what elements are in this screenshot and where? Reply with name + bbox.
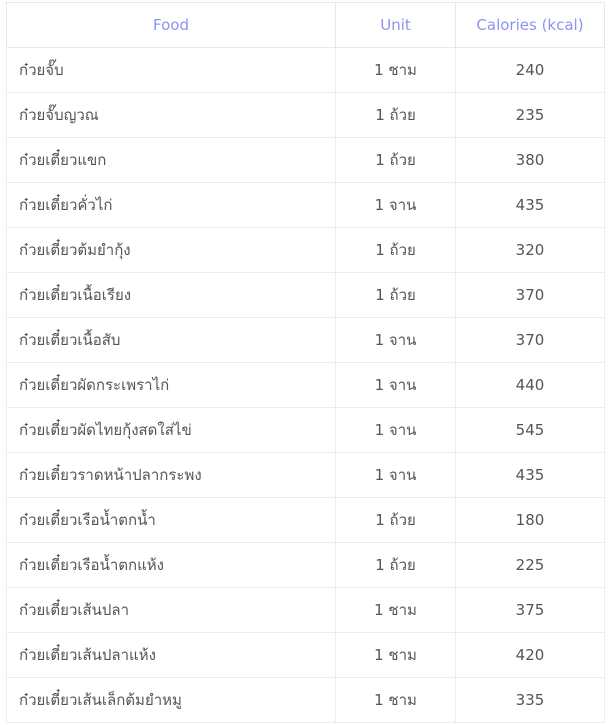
cell-calories: 370 [455,272,605,318]
cell-unit: 1 ถ้วย [335,227,456,273]
cell-unit: 1 จาน [335,452,456,498]
cell-unit: 1 ชาม [335,47,456,93]
column-header-calories[interactable]: Calories (kcal) [455,2,605,48]
cell-unit: 1 จาน [335,182,456,228]
table-row: ก๋วยจั๊บญวณ 1 ถ้วย 235 [6,92,605,138]
cell-calories: 235 [455,92,605,138]
cell-calories: 435 [455,452,605,498]
cell-calories: 440 [455,362,605,408]
table-row: ก๋วยเตี๋ยวเส้นปลา 1 ชาม 375 [6,587,605,633]
table-row: ก๋วยเตี๋ยวต้มยำกุ้ง 1 ถ้วย 320 [6,227,605,273]
cell-calories: 180 [455,497,605,543]
calorie-table-container: Food Unit Calories (kcal) ก๋วยจั๊บ 1 ชาม 2… [0,0,610,723]
cell-food: ก๋วยเตี๋ยวเนื้อสับ [6,317,336,363]
table-row: ก๋วยเตี๋ยวเรือน้ำตกแห้ง 1 ถ้วย 225 [6,542,605,588]
table-row: ก๋วยเตี๋ยวเรือน้ำตกน้ำ 1 ถ้วย 180 [6,497,605,543]
table-row: ก๋วยเตี๋ยวเส้นปลาแห้ง 1 ชาม 420 [6,632,605,678]
table-row: ก๋วยเตี๋ยวเนื้อสับ 1 จาน 370 [6,317,605,363]
table-row: ก๋วยเตี๋ยวคั่วไก่ 1 จาน 435 [6,182,605,228]
cell-food: ก๋วยจั๊บญวณ [6,92,336,138]
cell-food: ก๋วยเตี๋ยวเนื้อเรียง [6,272,336,318]
column-header-food[interactable]: Food [6,2,336,48]
table-row: ก๋วยจั๊บ 1 ชาม 240 [6,47,605,93]
cell-calories: 375 [455,587,605,633]
cell-unit: 1 ถ้วย [335,92,456,138]
cell-food: ก๋วยเตี๋ยวผัดกระเพราไก่ [6,362,336,408]
cell-unit: 1 จาน [335,407,456,453]
cell-calories: 335 [455,677,605,723]
cell-calories: 370 [455,317,605,363]
cell-food: ก๋วยเตี๋ยวผัดไทยกุ้งสดใส่ไข่ [6,407,336,453]
column-header-unit[interactable]: Unit [335,2,456,48]
table-row: ก๋วยเตี๋ยวผัดกระเพราไก่ 1 จาน 440 [6,362,605,408]
food-calorie-table: Food Unit Calories (kcal) ก๋วยจั๊บ 1 ชาม 2… [6,2,605,723]
cell-calories: 545 [455,407,605,453]
cell-calories: 380 [455,137,605,183]
cell-unit: 1 จาน [335,362,456,408]
cell-unit: 1 ชาม [335,587,456,633]
table-row: ก๋วยเตี๋ยวแขก 1 ถ้วย 380 [6,137,605,183]
cell-food: ก๋วยจั๊บ [6,47,336,93]
table-header: Food Unit Calories (kcal) [6,2,605,48]
cell-calories: 420 [455,632,605,678]
cell-unit: 1 ชาม [335,677,456,723]
table-body: ก๋วยจั๊บ 1 ชาม 240 ก๋วยจั๊บญวณ 1 ถ้วย 235 ก๋วย… [6,47,605,723]
table-row: ก๋วยเตี๋ยวเส้นเล็กต้มยำหมู 1 ชาม 335 [6,677,605,723]
cell-calories: 225 [455,542,605,588]
cell-unit: 1 ชาม [335,632,456,678]
cell-food: ก๋วยเตี๋ยวราดหน้าปลากระพง [6,452,336,498]
cell-unit: 1 ถ้วย [335,542,456,588]
cell-food: ก๋วยเตี๋ยวเรือน้ำตกน้ำ [6,497,336,543]
cell-food: ก๋วยเตี๋ยวแขก [6,137,336,183]
cell-food: ก๋วยเตี๋ยวเรือน้ำตกแห้ง [6,542,336,588]
cell-unit: 1 ถ้วย [335,137,456,183]
cell-calories: 240 [455,47,605,93]
cell-calories: 320 [455,227,605,273]
table-row: ก๋วยเตี๋ยวผัดไทยกุ้งสดใส่ไข่ 1 จาน 545 [6,407,605,453]
table-row: ก๋วยเตี๋ยวเนื้อเรียง 1 ถ้วย 370 [6,272,605,318]
cell-unit: 1 จาน [335,317,456,363]
cell-unit: 1 ถ้วย [335,497,456,543]
cell-food: ก๋วยเตี๋ยวเส้นปลา [6,587,336,633]
table-row: ก๋วยเตี๋ยวราดหน้าปลากระพง 1 จาน 435 [6,452,605,498]
cell-unit: 1 ถ้วย [335,272,456,318]
cell-food: ก๋วยเตี๋ยวเส้นปลาแห้ง [6,632,336,678]
cell-food: ก๋วยเตี๋ยวต้มยำกุ้ง [6,227,336,273]
cell-calories: 435 [455,182,605,228]
cell-food: ก๋วยเตี๋ยวคั่วไก่ [6,182,336,228]
table-header-row: Food Unit Calories (kcal) [6,2,605,48]
cell-food: ก๋วยเตี๋ยวเส้นเล็กต้มยำหมู [6,677,336,723]
